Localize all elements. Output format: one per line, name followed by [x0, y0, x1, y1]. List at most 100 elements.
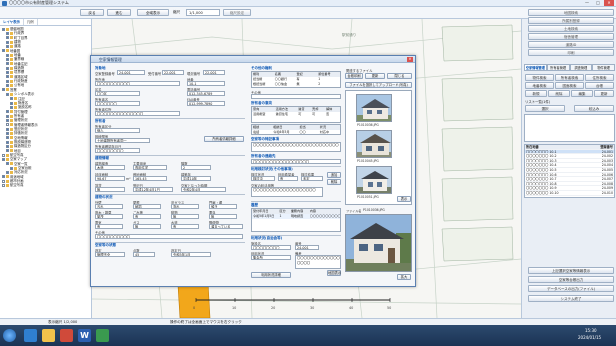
close-button[interactable]: ✕: [604, 0, 614, 6]
layer-checkbox[interactable]: [6, 75, 9, 79]
layer-checkbox[interactable]: [6, 58, 9, 62]
ie-icon[interactable]: [24, 329, 37, 342]
photo-show-button[interactable]: 表示: [397, 196, 411, 202]
contact-field[interactable]: 〇〇〇〇〇〇〇〇〇〇〇〇〇〇〇〇〇: [251, 159, 341, 164]
garden-field[interactable]: 繁茂: [95, 214, 123, 219]
layer-checkbox[interactable]: [2, 153, 5, 157]
photo-thumb-3[interactable]: [356, 166, 392, 194]
reldate-field[interactable]: 〇〇〇〇〇〇〇〇: [95, 148, 140, 153]
layer-checkbox[interactable]: [6, 92, 9, 96]
list-item[interactable]: 〇〇〇〇〇〇〇 10-10 24-010: [525, 191, 614, 196]
gate-field[interactable]: 傾き: [209, 204, 237, 209]
layer-checkbox[interactable]: [6, 149, 9, 153]
layer-checkbox[interactable]: [6, 118, 9, 122]
search-property-button[interactable]: 物件検索: [525, 74, 554, 81]
photo-thumb-2[interactable]: [356, 130, 392, 158]
addr-field[interactable]: 〇〇〇〇〇〇〇〇〇〇: [95, 81, 180, 86]
db-output-button[interactable]: データベースの出力(ファイル): [528, 285, 614, 292]
photo-preview[interactable]: [345, 214, 412, 272]
owner-detail-button[interactable]: 所有者情報詳細: [204, 136, 244, 142]
review-status-field[interactable]: 検討中: [251, 176, 275, 181]
roof-field[interactable]: 破損: [133, 204, 161, 209]
structure-field[interactable]: 木造: [95, 165, 125, 170]
year-field[interactable]: 平成10年: [181, 176, 211, 181]
dialog-update-button[interactable]: 更新: [365, 73, 385, 79]
other-field[interactable]: 〇〇〇〇〇〇〇〇〇〇: [95, 234, 243, 239]
right-top-button-6[interactable]: 印刷: [528, 49, 614, 56]
layer-checkbox[interactable]: [6, 131, 9, 135]
scale-set-button[interactable]: 縮尺設定: [223, 9, 251, 16]
smell-field[interactable]: 無: [209, 214, 237, 219]
memo-field[interactable]: 〇〇〇〇〇〇〇〇〇〇〇〇〇〇〇〇〇: [295, 255, 341, 269]
floors-field[interactable]: 2: [181, 165, 211, 170]
layer-checkbox[interactable]: [6, 140, 9, 144]
tel-field[interactable]: 012-345-6789: [187, 91, 225, 96]
right-top-button-4[interactable]: 宿舎管理: [528, 33, 614, 40]
print-ledger-button[interactable]: 台帳印刷: [345, 73, 363, 79]
layer-checkbox[interactable]: [6, 162, 9, 166]
list-filter-button[interactable]: 絞込み: [574, 105, 614, 112]
level-field[interactable]: 管理不全: [95, 252, 125, 257]
layer-checkbox[interactable]: [10, 166, 13, 170]
right-top-button-5[interactable]: 道路ID: [528, 41, 614, 48]
upload-photo-button[interactable]: ファイルを選択してアップロード(写真): [345, 82, 412, 88]
exit-system-button[interactable]: システム終了: [528, 295, 614, 302]
use-field[interactable]: 専用住宅: [133, 165, 167, 170]
layer-checkbox[interactable]: [6, 53, 9, 57]
applicant-field[interactable]: 有: [278, 176, 298, 181]
layer-checkbox[interactable]: [2, 175, 5, 179]
rent-field[interactable]: 無: [95, 187, 125, 192]
tab-property[interactable]: 物件管理: [592, 64, 615, 71]
layer-checkbox[interactable]: [2, 49, 5, 53]
dialog-close-text-button[interactable]: 閉じる: [387, 73, 412, 79]
layer-checkbox[interactable]: [6, 36, 9, 40]
facility-field[interactable]: 〇〇〇〇〇〇〇〇: [251, 245, 291, 250]
layer-checkbox[interactable]: [2, 179, 5, 183]
layer-checkbox[interactable]: [6, 84, 9, 88]
since-field[interactable]: 令和2年4月: [181, 187, 226, 192]
utilization-field[interactable]: 〇〇〇〇〇〇〇〇〇〇〇〇〇〇〇〇〇〇〇: [251, 187, 323, 197]
forward-button[interactable]: 進む: [107, 9, 131, 16]
full-extent-button[interactable]: 全域表示: [137, 9, 169, 16]
water-field[interactable]: 有: [171, 224, 199, 229]
layer-checkbox[interactable]: [6, 66, 9, 70]
minimize-button[interactable]: —: [582, 0, 592, 6]
outer-field[interactable]: 汚れ: [95, 204, 123, 209]
tab-owner[interactable]: 所有者管理: [546, 64, 570, 71]
layer-checkbox[interactable]: [10, 105, 13, 109]
folder-icon[interactable]: [42, 329, 55, 342]
owner-type-field[interactable]: 個人: [95, 128, 140, 133]
tab-legend[interactable]: 凡例: [24, 19, 38, 25]
trash-field[interactable]: 有: [133, 214, 161, 219]
layer-checkbox[interactable]: [10, 101, 13, 105]
ledger-output-button[interactable]: 空家等台帳出力: [528, 276, 614, 283]
zoom-photo-button[interactable]: 拡大: [397, 274, 411, 280]
gas-field[interactable]: 無: [133, 224, 161, 229]
rights-note-field[interactable]: [251, 94, 341, 99]
facility-no-field[interactable]: 24-001: [295, 245, 319, 250]
animal-field[interactable]: 無: [171, 214, 199, 219]
layer-checkbox[interactable]: [6, 32, 9, 36]
ward-field[interactable]: 〇〇区: [95, 91, 140, 96]
app-icon-taskbar[interactable]: [96, 329, 109, 342]
word-icon[interactable]: W: [78, 329, 91, 342]
reg-no-field[interactable]: 24-001: [117, 70, 145, 75]
tab-survey[interactable]: 調査管理: [569, 64, 593, 71]
owner-field[interactable]: 〇〇〇〇〇〇: [95, 101, 140, 106]
facility-use-field[interactable]: 集会所: [251, 255, 291, 260]
rec-no-field[interactable]: 22-001: [162, 70, 184, 75]
fax-field[interactable]: 012-999-7890: [187, 101, 225, 106]
layer-checkbox[interactable]: [6, 110, 9, 114]
layer-checkbox[interactable]: [6, 123, 9, 127]
table-row[interactable]: 電話 令和4年5月 〇〇 対応中: [252, 130, 340, 135]
lot-field[interactable]: 10-1: [187, 81, 225, 86]
tree-item[interactable]: 航空写真: [0, 183, 91, 187]
layer-checkbox[interactable]: [6, 62, 9, 66]
map-show-button[interactable]: 地図表示: [327, 270, 341, 276]
search-owner-button[interactable]: 所有者検索: [555, 74, 584, 81]
dialog-close-button[interactable]: ✕: [407, 57, 413, 62]
layer-checkbox[interactable]: [2, 27, 5, 31]
scale-select[interactable]: 1/1,000: [186, 9, 220, 16]
right-top-button-3[interactable]: 土地検索: [528, 25, 614, 32]
tab-vacant-info[interactable]: 空家情報管理: [524, 64, 547, 71]
